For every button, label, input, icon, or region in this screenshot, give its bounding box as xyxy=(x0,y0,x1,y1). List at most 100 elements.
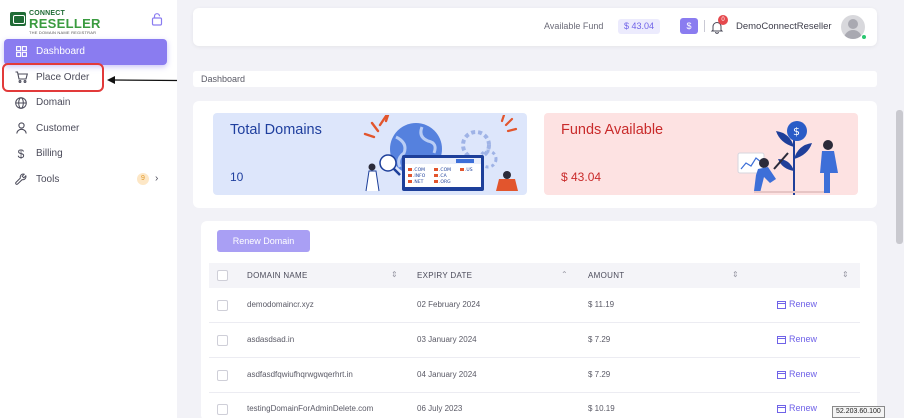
calendar-icon xyxy=(777,404,786,413)
available-fund-label: Available Fund xyxy=(544,21,604,31)
lock-icon[interactable] xyxy=(150,12,164,26)
row-checkbox[interactable] xyxy=(217,370,228,381)
sort-icon[interactable]: ⇕ xyxy=(391,270,398,279)
grid-icon xyxy=(14,45,28,59)
online-status-dot xyxy=(861,34,867,40)
domain-name-cell: testingDomainForAdminDelete.com xyxy=(247,404,374,413)
logo-text: CONNECT RESELLER THE DOMAIN NAME REGISTR… xyxy=(29,10,101,35)
table-header: DOMAIN NAME ⇕ EXPIRY DATE ⌃ AMOUNT ⇕ ⇕ xyxy=(209,263,860,288)
available-fund-value: $ 43.04 xyxy=(618,19,661,34)
expiry-date-cell: 02 February 2024 xyxy=(417,300,481,309)
domains-table-card: Renew Domain DOMAIN NAME ⇕ EXPIRY DATE ⌃… xyxy=(201,221,877,418)
total-domains-title: Total Domains xyxy=(230,122,322,138)
column-amount[interactable]: AMOUNT xyxy=(588,271,624,280)
tools-count-badge: 9 xyxy=(137,172,149,185)
breadcrumb: Dashboard xyxy=(193,71,877,87)
renew-label: Renew xyxy=(789,369,818,379)
renew-link[interactable]: Renew xyxy=(777,299,817,309)
domain-name-cell: demodomaincr.xyz xyxy=(247,300,314,309)
sort-icon[interactable]: ⇕ xyxy=(842,270,849,279)
user-icon xyxy=(14,121,28,135)
svg-text:.CA: .CA xyxy=(439,173,448,179)
annotation-arrow-icon xyxy=(107,76,178,84)
total-domains-card: Total Domains 10 .COM .COM .US .INFO .CA… xyxy=(213,113,527,195)
page-scrollbar[interactable] xyxy=(896,110,903,244)
sidebar-item-label: Place Order xyxy=(36,71,90,83)
svg-text:.US: .US xyxy=(465,167,473,173)
header-divider xyxy=(704,20,705,32)
chevron-right-icon[interactable]: › xyxy=(155,173,158,184)
funds-available-card: Funds Available $ 43.04 $ xyxy=(544,113,858,195)
amount-cell: $ 7.29 xyxy=(588,370,611,379)
sidebar-item-label: Billing xyxy=(36,148,63,160)
svg-text:.INFO: .INFO xyxy=(413,173,426,179)
select-all-checkbox[interactable] xyxy=(217,270,228,281)
svg-text:.ORG: .ORG xyxy=(439,179,451,185)
domain-name-cell: asdasdsad.in xyxy=(247,335,295,344)
expiry-date-cell: 04 January 2024 xyxy=(417,370,477,379)
sidebar-item-domain[interactable]: Domain xyxy=(4,90,167,116)
sidebar: CONNECT RESELLER THE DOMAIN NAME REGISTR… xyxy=(0,0,177,418)
calendar-icon xyxy=(777,335,786,344)
row-checkbox[interactable] xyxy=(217,335,228,346)
notification-badge: 0 xyxy=(718,15,728,25)
sidebar-item-place-order[interactable]: Place Order xyxy=(2,62,104,92)
sidebar-item-billing[interactable]: $ Billing xyxy=(4,141,167,167)
table-row: demodomaincr.xyz 02 February 2024 $ 11.1… xyxy=(209,289,860,323)
sidebar-item-label: Tools xyxy=(36,173,60,185)
total-domains-value: 10 xyxy=(230,170,244,184)
svg-text:.NET: .NET xyxy=(413,179,424,185)
sidebar-item-label: Domain xyxy=(36,97,71,109)
table-row: testingDomainForAdminDelete.com 06 July … xyxy=(209,393,860,418)
funds-available-title: Funds Available xyxy=(561,122,664,138)
dollar-icon: $ xyxy=(17,146,25,161)
sidebar-item-customer[interactable]: Customer xyxy=(4,116,167,142)
ip-address-tooltip: 52.203.60.100 xyxy=(832,406,885,418)
renew-label: Renew xyxy=(789,403,818,413)
logo-main: RESELLER xyxy=(29,16,101,31)
renew-label: Renew xyxy=(789,334,818,344)
amount-cell: $ 10.19 xyxy=(588,404,615,413)
renew-domain-button[interactable]: Renew Domain xyxy=(217,230,310,252)
amount-cell: $ 11.19 xyxy=(588,300,615,309)
calendar-icon xyxy=(777,300,786,309)
funds-available-value: $ 43.04 xyxy=(561,170,602,184)
table-row: asdasdsad.in 03 January 2024 $ 7.29 Rene… xyxy=(209,324,860,358)
sidebar-item-label: Dashboard xyxy=(36,46,85,58)
logo-mark-icon xyxy=(10,12,26,26)
sidebar-item-label: Customer xyxy=(36,122,80,134)
username[interactable]: DemoConnectReseller xyxy=(736,21,832,32)
domains-illustration-icon: .COM .COM .US .INFO .CA .NET .ORG xyxy=(363,115,518,192)
amount-cell: $ 7.29 xyxy=(588,335,611,344)
column-domain-name[interactable]: DOMAIN NAME xyxy=(247,271,308,280)
column-expiry-date[interactable]: EXPIRY DATE xyxy=(417,271,472,280)
renew-link[interactable]: Renew xyxy=(777,403,817,413)
renew-label: Renew xyxy=(789,299,818,309)
logo-tagline: THE DOMAIN NAME REGISTRAR xyxy=(29,30,97,35)
expiry-date-cell: 03 January 2024 xyxy=(417,335,477,344)
funds-illustration-icon: $ xyxy=(737,121,838,195)
wrench-icon xyxy=(14,172,28,186)
logo[interactable]: CONNECT RESELLER THE DOMAIN NAME REGISTR… xyxy=(10,10,101,35)
sidebar-item-tools[interactable]: Tools 9 › xyxy=(4,167,167,193)
cart-icon xyxy=(14,70,28,84)
svg-text:$: $ xyxy=(793,125,800,138)
svg-text:.COM: .COM xyxy=(413,167,425,173)
sort-icon[interactable]: ⇕ xyxy=(732,270,739,279)
renew-link[interactable]: Renew xyxy=(777,369,817,379)
sidebar-item-dashboard[interactable]: Dashboard xyxy=(4,39,167,65)
svg-text:.COM: .COM xyxy=(439,167,451,173)
stats-panel: Total Domains 10 .COM .COM .US .INFO .CA… xyxy=(193,101,877,208)
globe-icon xyxy=(14,96,28,110)
row-checkbox[interactable] xyxy=(217,404,228,415)
sort-asc-icon[interactable]: ⌃ xyxy=(561,270,568,279)
expiry-date-cell: 06 July 2023 xyxy=(417,404,463,413)
top-header: Available Fund $ 43.04 $ 0 DemoConnectRe… xyxy=(193,8,877,46)
add-funds-button[interactable]: $ xyxy=(680,18,698,34)
sidebar-nav: Dashboard Place Order Domain Customer $ … xyxy=(2,39,167,193)
table-row: asdfasdfqwiufhqrwgwqerhrt.in 04 January … xyxy=(209,359,860,393)
row-checkbox[interactable] xyxy=(217,300,228,311)
calendar-icon xyxy=(777,370,786,379)
domain-name-cell: asdfasdfqwiufhqrwgwqerhrt.in xyxy=(247,370,353,379)
renew-link[interactable]: Renew xyxy=(777,334,817,344)
